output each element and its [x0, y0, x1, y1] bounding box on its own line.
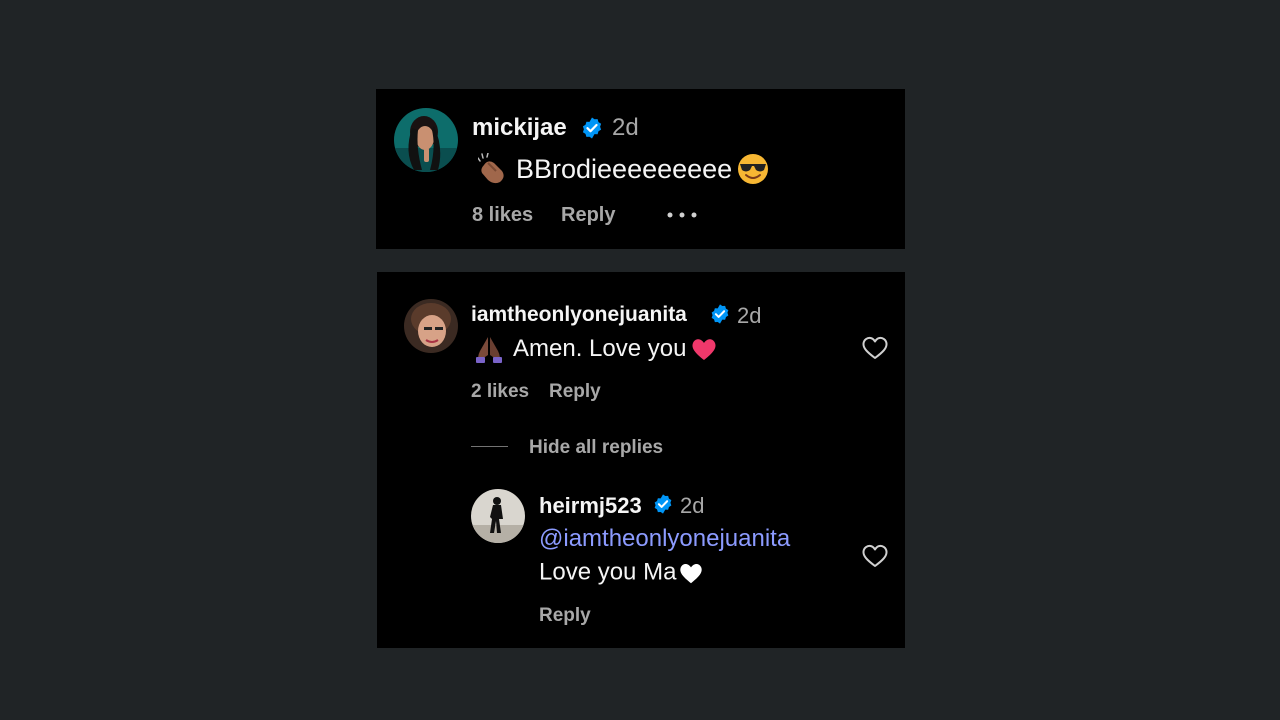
- comment-text: Amen. Love you: [513, 334, 687, 362]
- comment-card: iamtheonlyonejuanita 2d Amen. Love you 2…: [377, 272, 905, 648]
- avatar[interactable]: [471, 489, 525, 543]
- comment-time: 2d: [612, 114, 639, 141]
- verified-badge-icon: [711, 304, 729, 324]
- verified-badge-icon: [582, 117, 602, 139]
- smiling-face-with-sunglasses-icon: [736, 153, 770, 185]
- comment-text-row: BBrodieeeeeeeee: [477, 151, 770, 185]
- username[interactable]: iamtheonlyonejuanita: [471, 303, 687, 327]
- comment-time: 2d: [737, 303, 762, 328]
- comment-text-row: Amen. Love you: [475, 333, 718, 363]
- comment-text: BBrodieeeeeeeee: [516, 153, 733, 184]
- hide-replies-button[interactable]: Hide all replies: [529, 437, 663, 459]
- likes-count[interactable]: 2 likes: [471, 381, 529, 403]
- white-heart-icon: [678, 560, 704, 586]
- mention-link[interactable]: @iamtheonlyonejuanita: [539, 525, 790, 553]
- replies-divider: [471, 446, 508, 447]
- comment-time: 2d: [680, 493, 705, 518]
- pink-heart-icon: [690, 335, 718, 363]
- like-heart-icon[interactable]: [861, 335, 889, 361]
- folded-hands-icon: [475, 335, 503, 363]
- comment-text-row: Love you Ma: [539, 557, 704, 587]
- verified-badge-icon: [654, 494, 672, 514]
- username[interactable]: mickijae: [472, 114, 567, 142]
- reply-button[interactable]: Reply: [539, 605, 591, 627]
- avatar[interactable]: [394, 108, 458, 172]
- likes-count[interactable]: 8 likes: [472, 204, 533, 227]
- like-heart-icon[interactable]: [861, 543, 889, 569]
- username[interactable]: heirmj523: [539, 493, 642, 519]
- comment-text: Love you Ma: [539, 558, 677, 586]
- comment-card: mickijae 2d BBrodieeeeeeeee 8 likes Repl…: [376, 89, 905, 249]
- avatar[interactable]: [404, 299, 458, 353]
- reply-button[interactable]: Reply: [549, 381, 601, 403]
- more-options-icon[interactable]: [666, 210, 698, 220]
- reply-button[interactable]: Reply: [561, 204, 615, 227]
- clapping-hands-icon: [477, 152, 512, 185]
